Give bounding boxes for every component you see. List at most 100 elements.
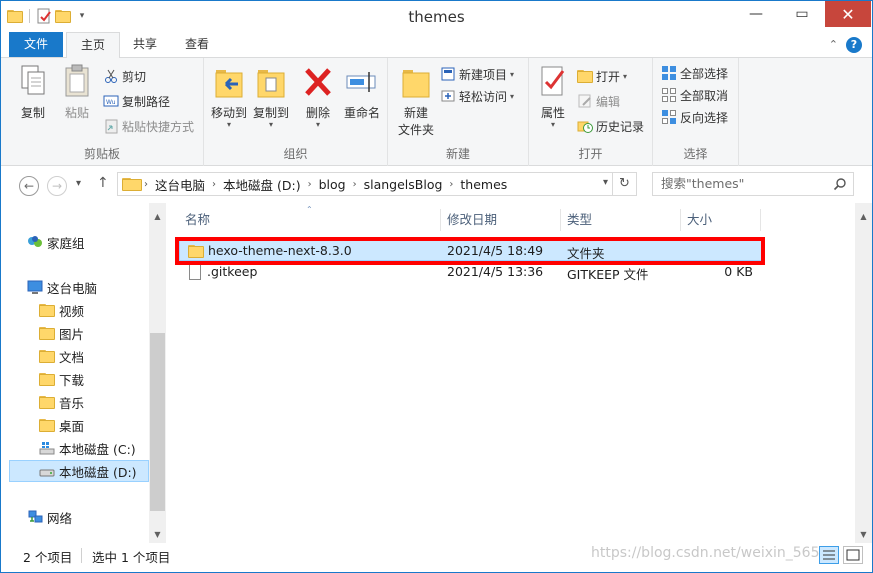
videos-folder-icon [39,302,55,318]
nav-this-pc[interactable]: 这台电脑 [27,276,97,298]
nav-pictures[interactable]: 图片 [39,322,84,344]
back-button[interactable]: ← [19,176,39,196]
rename-button[interactable]: 重命名 [340,64,384,121]
column-header-modified[interactable]: 修改日期 [441,209,561,231]
properties-icon [536,64,570,100]
edit-icon [577,93,593,109]
paste-shortcut-button[interactable]: 粘贴快捷方式 [103,116,194,136]
nav-documents[interactable]: 文档 [39,345,84,367]
edit-button[interactable]: 编辑 [577,91,620,111]
homegroup-icon [27,234,43,250]
delete-button[interactable]: 删除 ▾ [300,64,336,129]
breadcrumb-separator-icon[interactable]: › [142,179,150,190]
tab-file[interactable]: 文件 [9,32,64,57]
select-group: 全部选择 全部取消 反向选择 选择 [653,58,739,166]
recent-locations-button[interactable]: ▾ [76,178,81,189]
nav-drive-d[interactable]: 本地磁盘 (D:) [9,460,149,482]
nav-drive-c[interactable]: 本地磁盘 (C:) [39,437,136,459]
breadcrumb-separator-icon[interactable]: › [351,179,359,190]
file-size: 0 KB [724,264,753,279]
open-button[interactable]: 打开 ▾ [577,66,627,86]
new-group-label: 新建 [445,147,470,161]
history-icon [577,118,593,134]
easy-access-button[interactable]: 轻松访问 ▾ [440,86,514,106]
up-button[interactable]: ↑ [97,175,109,191]
nav-downloads[interactable]: 下载 [39,368,84,390]
copy-path-button[interactable]: Wu 复制路径 [103,91,170,111]
scroll-down-icon[interactable]: ▼ [149,526,166,543]
downloads-folder-icon [39,371,55,387]
paste-shortcut-label: 粘贴快捷方式 [122,119,195,134]
nav-network[interactable]: 网络 [27,506,72,528]
scroll-down-icon[interactable]: ▼ [855,526,872,543]
breadcrumb-separator-icon[interactable]: › [210,179,218,190]
nav-desktop-label: 桌面 [59,418,85,434]
copy-button[interactable]: 复制 [13,64,53,121]
file-list-scrollbar[interactable]: ▲ ▼ [855,203,872,543]
navigation-bar: ← → ▾ ↑ › 这台电脑 › 本地磁盘 (D:) › blog › slan… [1,167,872,203]
breadcrumb-separator-icon[interactable]: › [306,179,314,190]
refresh-button[interactable]: ↻ [612,173,636,195]
paste-button[interactable]: 粘贴 [57,64,97,121]
help-icon[interactable]: ? [846,37,862,53]
open-label: 打开 [596,69,621,84]
tab-view[interactable]: 查看 [171,32,223,58]
breadcrumb-separator-icon[interactable]: › [447,179,455,190]
breadcrumb-slangelsblog[interactable]: slangelsBlog [359,177,448,192]
paste-icon [60,64,94,100]
column-header-type[interactable]: 类型 [561,209,681,231]
nav-music[interactable]: 音乐 [39,391,84,413]
breadcrumb-themes[interactable]: themes [455,177,512,192]
maximize-button[interactable]: ▭ [779,1,825,27]
large-icons-view-button[interactable] [843,546,863,564]
copy-to-button[interactable]: 复制到 ▾ [250,64,292,129]
address-dropdown-icon[interactable]: ▾ [603,177,608,188]
search-input[interactable]: 搜索"themes" [652,172,854,196]
network-icon [27,509,43,525]
open-group-label: 打开 [578,147,603,161]
nav-homegroup[interactable]: 家庭组 [27,231,85,253]
documents-folder-icon [39,348,55,364]
forward-button[interactable]: → [47,176,67,196]
collapse-ribbon-icon[interactable]: ⌃ [829,38,838,51]
tab-home[interactable]: 主页 [66,32,121,59]
new-folder-button[interactable]: 新建 文件夹 [394,64,438,138]
move-to-button[interactable]: 移动到 ▾ [208,64,250,129]
edit-label: 编辑 [596,94,621,109]
organize-group-label: 组织 [283,147,308,161]
open-folder-icon [577,68,593,84]
new-item-button[interactable]: 新建项目 ▾ [440,64,514,84]
invert-selection-icon [661,109,677,125]
select-none-button[interactable]: 全部取消 [661,85,728,105]
tab-share[interactable]: 共享 [119,32,171,58]
minimize-button[interactable]: — [733,1,779,27]
copy-to-label: 复制到 [252,106,289,120]
close-button[interactable]: ✕ [825,1,871,27]
breadcrumb-this-pc[interactable]: 这台电脑 [150,175,210,194]
details-view-button[interactable] [819,546,839,564]
properties-button[interactable]: 属性 ▾ [535,64,571,129]
move-to-icon [212,64,246,100]
cut-button[interactable]: 剪切 [103,66,146,86]
nav-pane-scrollbar[interactable]: ▲ ▼ [149,203,166,543]
breadcrumb-blog[interactable]: blog [314,177,351,192]
column-header-size[interactable]: 大小 [681,209,761,231]
address-bar[interactable]: › 这台电脑 › 本地磁盘 (D:) › blog › slangelsBlog… [117,172,637,196]
history-button[interactable]: 历史记录 [577,116,644,136]
nav-videos[interactable]: 视频 [39,299,84,321]
nav-desktop[interactable]: 桌面 [39,414,84,436]
scroll-up-icon[interactable]: ▲ [149,208,166,225]
select-group-label: 选择 [683,147,708,161]
select-all-icon [661,65,677,81]
select-all-button[interactable]: 全部选择 [661,63,728,83]
breadcrumb-drive-d[interactable]: 本地磁盘 (D:) [218,175,306,194]
watermark: https://blog.csdn.net/weixin_565 [591,545,820,561]
desktop-folder-icon [39,417,55,433]
new-folder-icon [399,64,433,100]
title-bar: ▾ themes — ▭ ✕ [1,1,872,32]
invert-selection-button[interactable]: 反向选择 [661,107,728,127]
scroll-up-icon[interactable]: ▲ [855,208,872,225]
scrollbar-thumb[interactable] [150,333,165,511]
file-name: .gitkeep [207,264,258,279]
paste-shortcut-icon [103,118,119,134]
